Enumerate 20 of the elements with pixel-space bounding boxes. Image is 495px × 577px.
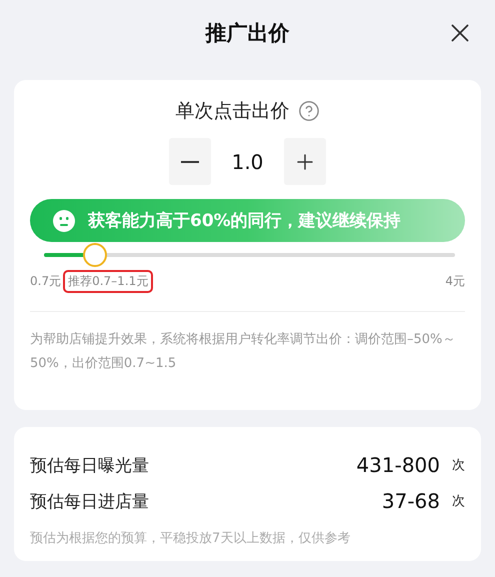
- estimate-label: 预估每日进店量: [30, 490, 150, 512]
- slider-thumb[interactable]: [82, 243, 107, 267]
- max-price-label: 4元: [445, 273, 465, 290]
- estimate-label: 预估每日曝光量: [30, 454, 150, 476]
- bid-value: 1.0: [230, 150, 264, 174]
- estimate-note: 预估为根据您的预算，平稳投放7天以上数据，仅供参考: [30, 530, 352, 547]
- help-icon[interactable]: [298, 100, 320, 122]
- recommended-range-label: 推荐0.7–1.1元: [63, 270, 154, 293]
- increase-button[interactable]: [284, 138, 326, 185]
- minus-icon: [181, 160, 199, 162]
- min-price-label: 0.7元: [30, 273, 62, 290]
- banner-text: 获客能力高于60%的同行，建议继续保持: [88, 210, 401, 232]
- neutral-face-icon: [52, 208, 76, 232]
- estimate-unit: 次: [452, 457, 465, 474]
- estimate-value: 431-800: [356, 453, 440, 477]
- estimate-unit: 次: [452, 493, 465, 510]
- dialog-title: 推广出价: [206, 20, 290, 47]
- bid-adjust-note: 为帮助店铺提升效果，系统将根据用户转化率调节出价：调价范围–50%～50%，出价范围0.7~1.5: [30, 331, 456, 373]
- bid-label: 单次点击出价: [176, 99, 290, 124]
- estimate-value: 37-68: [382, 489, 440, 513]
